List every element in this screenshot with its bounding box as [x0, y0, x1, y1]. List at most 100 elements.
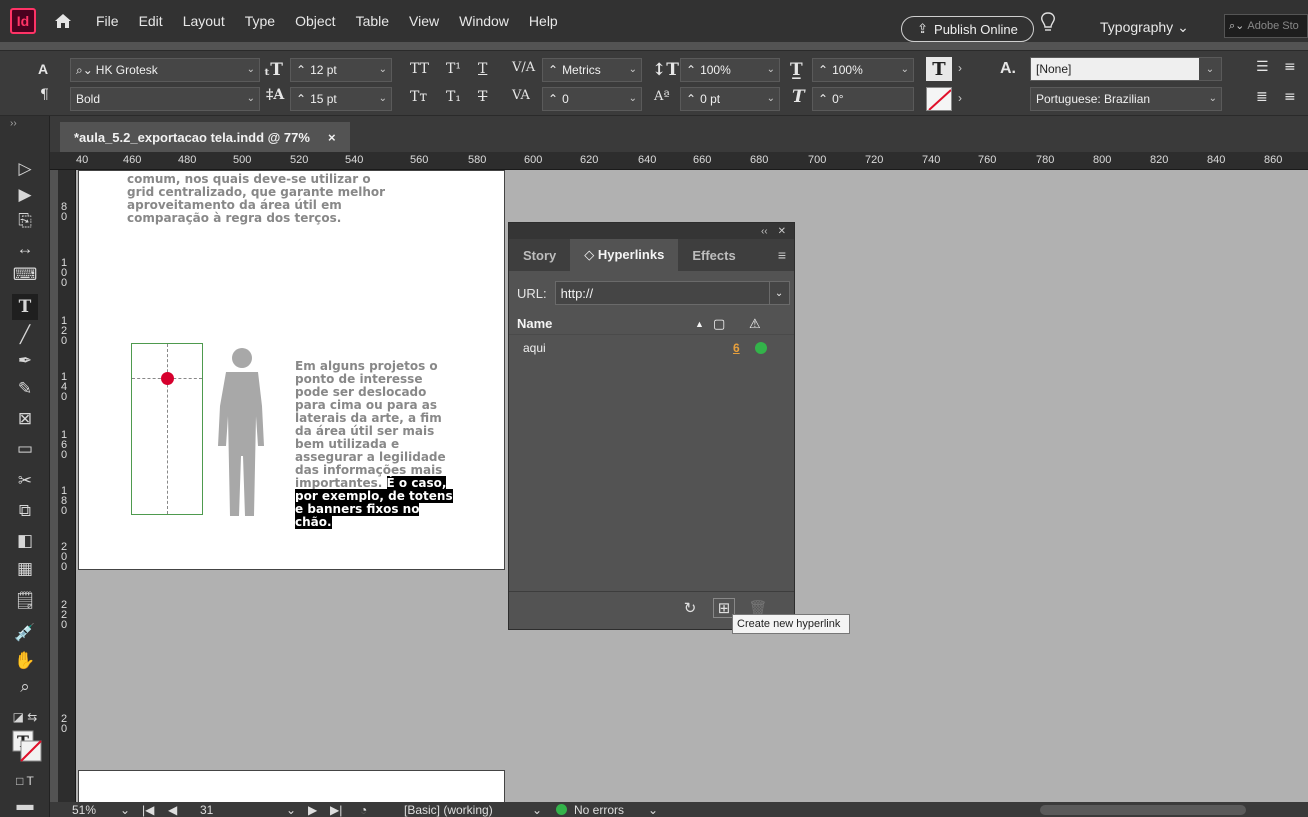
- close-icon[interactable]: ✕: [778, 226, 786, 237]
- stepper-icon[interactable]: ⌃: [686, 92, 696, 106]
- menu-file[interactable]: File: [96, 13, 119, 29]
- note-tool-icon[interactable]: 🗒: [12, 588, 38, 614]
- kerning-field[interactable]: ⌃ Metrics ⌄: [542, 58, 642, 82]
- menu-help[interactable]: Help: [529, 13, 558, 29]
- document-page[interactable]: comum, nos quais deve-se utilizar o grid…: [78, 170, 505, 570]
- scissors-tool-icon[interactable]: ✂: [12, 468, 38, 494]
- menu-view[interactable]: View: [409, 13, 439, 29]
- preflight-profile[interactable]: [Basic] (working): [404, 803, 493, 817]
- stepper-icon[interactable]: ⌃: [548, 63, 558, 77]
- grid-illustration[interactable]: [131, 343, 203, 515]
- language-field[interactable]: Portuguese: Brazilian ⌄: [1030, 87, 1222, 111]
- chevron-down-icon[interactable]: ⌄: [532, 803, 542, 817]
- chevron-down-icon[interactable]: ⌄: [768, 282, 789, 304]
- skew-field[interactable]: ⌃ 0°: [812, 87, 914, 111]
- tab-hyperlinks[interactable]: ◇ Hyperlinks: [570, 239, 679, 271]
- default-fill-stroke-icon[interactable]: ◪ ⇆: [12, 704, 38, 730]
- font-family-field[interactable]: ⌕⌄ HK Grotesk ⌄: [70, 58, 260, 82]
- stepper-icon[interactable]: ⌃: [548, 92, 558, 106]
- leading-field[interactable]: ⌃ 15 pt ⌄: [290, 87, 392, 111]
- paragraph-mode-icon[interactable]: ¶: [40, 87, 49, 103]
- hyperlink-page-link[interactable]: 6: [733, 341, 740, 355]
- url-input[interactable]: http:// ⌄: [554, 281, 790, 305]
- direct-selection-tool-icon[interactable]: ▶: [12, 182, 38, 208]
- tracking-field[interactable]: ⌃ 0 ⌄: [542, 87, 642, 111]
- superscript-icon[interactable]: T¹: [446, 61, 461, 77]
- lightbulb-icon[interactable]: [1040, 12, 1056, 37]
- tab-story[interactable]: Story: [509, 239, 570, 271]
- text-frame-right[interactable]: Em alguns projetos o ponto de interesse …: [295, 360, 455, 529]
- tab-effects[interactable]: Effects: [678, 239, 749, 271]
- stepper-icon[interactable]: ⌃: [818, 92, 828, 106]
- refresh-icon[interactable]: ↻: [679, 598, 701, 618]
- menu-object[interactable]: Object: [295, 13, 335, 29]
- free-transform-tool-icon[interactable]: ⧉: [12, 498, 38, 524]
- all-caps-icon[interactable]: TT: [410, 61, 429, 77]
- next-page-icon[interactable]: ▶: [308, 803, 317, 817]
- eyedropper-tool-icon[interactable]: 💉: [12, 620, 38, 646]
- fill-stroke-swatch-icon[interactable]: T: [12, 730, 42, 762]
- content-collector-icon[interactable]: ⌨: [12, 262, 38, 288]
- text-fill-swatch[interactable]: T: [926, 57, 952, 81]
- menu-type[interactable]: Type: [245, 13, 275, 29]
- small-caps-icon[interactable]: Tᴛ: [410, 89, 427, 105]
- stepper-icon[interactable]: ⌃: [296, 92, 306, 106]
- menu-edit[interactable]: Edit: [139, 13, 163, 29]
- search-input[interactable]: ⌕⌄ Adobe Sto: [1224, 14, 1308, 38]
- status-column-icon[interactable]: ⚠: [749, 316, 761, 332]
- first-page-icon[interactable]: |◀: [142, 803, 154, 817]
- text-frame-top[interactable]: comum, nos quais deve-se utilizar o grid…: [127, 173, 387, 225]
- line-tool-icon[interactable]: ╱: [12, 322, 38, 348]
- chevron-down-icon[interactable]: ⌄: [648, 803, 658, 817]
- formatting-affects-text-icon[interactable]: □ T: [12, 768, 38, 794]
- subscript-icon[interactable]: T₁: [446, 89, 461, 105]
- person-silhouette[interactable]: [212, 346, 268, 516]
- strikethrough-icon[interactable]: T: [478, 89, 487, 105]
- baseline-shift-field[interactable]: ⌃ 0 pt ⌄: [680, 87, 780, 111]
- horizontal-scrollbar[interactable]: [1040, 805, 1246, 815]
- menu-table[interactable]: Table: [356, 13, 389, 29]
- home-icon[interactable]: [54, 13, 72, 29]
- pencil-tool-icon[interactable]: ✎: [12, 376, 38, 402]
- font-style-field[interactable]: Bold ⌄: [70, 87, 260, 111]
- name-column-header[interactable]: Name: [517, 316, 552, 331]
- zoom-tool-icon[interactable]: ⌕: [12, 674, 38, 700]
- chevron-right-icon[interactable]: ›: [958, 61, 962, 75]
- expand-panel-icon[interactable]: ››: [10, 118, 17, 129]
- close-icon[interactable]: ×: [328, 130, 336, 145]
- page-tool-icon[interactable]: ⎘: [12, 208, 38, 234]
- panel-menu-icon[interactable]: ≡: [778, 247, 786, 263]
- horizontal-scale-field[interactable]: ⌃ 100% ⌄: [812, 58, 914, 82]
- rectangle-tool-icon[interactable]: ▭: [12, 436, 38, 462]
- list-item[interactable]: aqui 6: [509, 337, 794, 359]
- zoom-level[interactable]: 51%: [72, 803, 96, 817]
- rectangle-frame-tool-icon[interactable]: ⊠: [12, 406, 38, 432]
- pen-tool-icon[interactable]: ✒: [12, 348, 38, 374]
- align-justify-all-icon[interactable]: ≡: [1284, 89, 1296, 105]
- chevron-down-icon[interactable]: ⌄: [120, 803, 130, 817]
- previous-page-icon[interactable]: ◀: [168, 803, 177, 817]
- workspace-switcher[interactable]: Typography ⌄: [1100, 19, 1189, 36]
- character-style-field[interactable]: [None] ⌄: [1030, 57, 1222, 81]
- vertical-ruler[interactable]: 8 0 1 0 0 1 2 0 1 4 0 1 6 0 1 8 0 2 0 0 …: [58, 170, 76, 802]
- panel-title-bar[interactable]: ‹‹ ✕: [509, 223, 794, 239]
- screen-mode-icon[interactable]: ▬: [12, 792, 38, 817]
- text-stroke-swatch[interactable]: [926, 87, 952, 111]
- stepper-icon[interactable]: ⌃: [686, 63, 696, 77]
- menu-layout[interactable]: Layout: [183, 13, 225, 29]
- collapse-panel-icon[interactable]: ‹‹: [761, 226, 768, 237]
- open-page-icon[interactable]: ◔: [360, 803, 367, 817]
- last-page-icon[interactable]: ▶|: [330, 803, 342, 817]
- type-tool-icon[interactable]: T: [12, 294, 38, 320]
- publish-online-button[interactable]: ⇪ Publish Online: [901, 16, 1034, 42]
- gradient-feather-tool-icon[interactable]: ▦: [12, 556, 38, 582]
- hand-tool-icon[interactable]: ✋: [12, 648, 38, 674]
- page-column-icon[interactable]: ▢: [713, 316, 725, 332]
- stepper-icon[interactable]: ⌃: [296, 63, 306, 77]
- align-justify-icon[interactable]: ≣: [1256, 89, 1268, 105]
- stepper-icon[interactable]: ⌃: [818, 63, 828, 77]
- horizontal-ruler[interactable]: 40 460 480 500 520 540 560 580 600 620 6…: [50, 152, 1308, 170]
- character-mode-icon[interactable]: A: [38, 61, 48, 77]
- gap-tool-icon[interactable]: ↔: [12, 236, 38, 262]
- menu-window[interactable]: Window: [459, 13, 509, 29]
